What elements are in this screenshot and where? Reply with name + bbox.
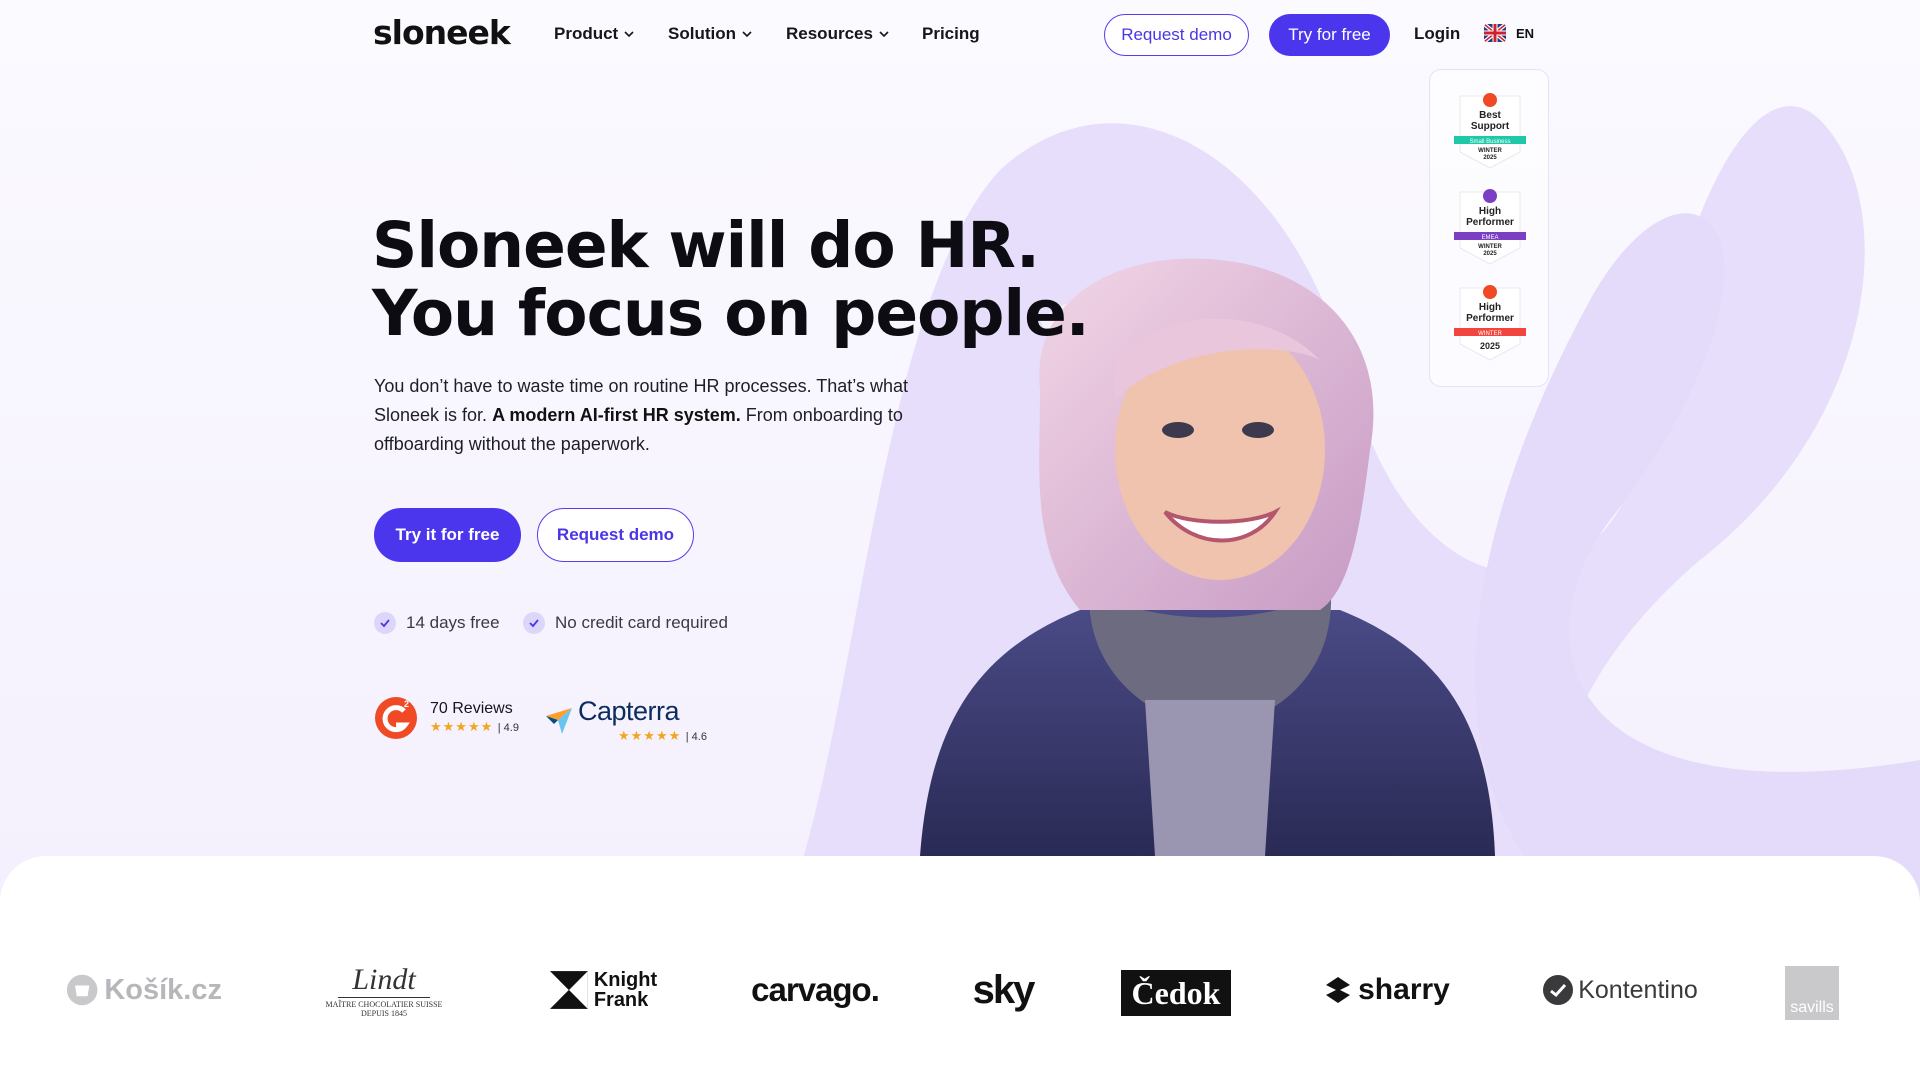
capterra-logo-icon (546, 707, 572, 734)
customer-logo-kosik: Košík.cz (66, 960, 222, 1020)
badge-line: Performer (1466, 313, 1514, 324)
hero-heading-line1: Sloneek will do HR. (372, 209, 1040, 282)
customer-name: Čedok (1131, 974, 1221, 1011)
uk-flag-icon (1484, 24, 1506, 42)
try-it-free-button[interactable]: Try it for free (374, 508, 521, 562)
customer-name: Lindt (338, 963, 430, 998)
customer-logo-carvago: carvago. (740, 960, 890, 1020)
language-selector[interactable]: EN (1484, 24, 1534, 42)
top-navigation: sloneek Product Solution Resources Prici… (0, 0, 1920, 70)
lead-bold-text: A modern AI-first HR system. (492, 405, 741, 425)
language-code: EN (1516, 25, 1535, 41)
kontentino-icon (1543, 975, 1574, 1005)
capterra-brand: Capterra (578, 696, 680, 726)
chevron-down-icon (879, 31, 889, 38)
customer-name: Kontentino (1578, 975, 1698, 1004)
nav-item-solution[interactable]: Solution (668, 24, 752, 44)
benefit-label: No credit card required (555, 613, 728, 632)
benefit-free-trial: 14 days free (374, 612, 500, 634)
hero-heading-line2: You focus on people. (372, 277, 1090, 350)
capterra-reviews[interactable]: Capterra ★★★★★ | 4.6 (544, 696, 707, 745)
chevron-down-icon (624, 31, 634, 38)
nav-item-resources[interactable]: Resources (786, 24, 889, 44)
chevron-down-icon (742, 31, 752, 38)
g2-badge-best-support: Best Support Small Business WINTER 2025 (1454, 92, 1526, 170)
nav-item-label: Product (554, 24, 619, 43)
customer-name: Košík.cz (104, 973, 222, 1006)
g2-badge-high-performer-emea: High Performer EMEA WINTER 2025 (1454, 188, 1526, 266)
badge-line: Best (1479, 110, 1501, 121)
badge-ribbon-label: Small Business (1469, 139, 1511, 145)
badge-line: Support (1470, 121, 1510, 132)
capterra-stars: ★★★★★ (618, 728, 682, 743)
customer-logo-lindt: Lindt MAÎTRE CHOCOLATIER SUISSE DEPUIS 1… (308, 960, 460, 1020)
benefit-label: 14 days free (406, 613, 500, 632)
customer-name: savills (1790, 999, 1834, 1016)
lindt-tagline: MAÎTRE CHOCOLATIER SUISSE (325, 999, 443, 1009)
nav-item-label: Resources (786, 24, 873, 43)
logo-text: sloneek (373, 12, 511, 52)
badge-year: 2025 (1483, 155, 1497, 161)
badge-ribbon-label: EMEA (1481, 235, 1499, 241)
nav-item-product[interactable]: Product (554, 24, 634, 44)
customer-name: sharry (1358, 973, 1450, 1006)
badge-season: WINTER (1478, 148, 1502, 154)
g2-badge-high-performer: High Performer WINTER 2025 (1454, 284, 1526, 362)
benefit-no-card: No credit card required (523, 612, 728, 634)
g2-reviews[interactable]: 2 70 Reviews ★★★★★ | 4.9 (374, 696, 519, 740)
capterra-rating: 4.6 (691, 731, 707, 743)
try-free-nav-button[interactable]: Try for free (1269, 14, 1390, 56)
badge-line: Performer (1466, 217, 1514, 228)
sharry-icon (1326, 977, 1351, 1003)
customer-name: Knight Frank (593, 969, 658, 1011)
check-icon (523, 612, 545, 634)
g2-badges-panel: Best Support Small Business WINTER 2025 Hi… (1429, 69, 1549, 387)
customer-logo-sharry: sharry (1318, 960, 1454, 1020)
badge-year: 2025 (1483, 251, 1497, 257)
hero-heading: Sloneek will do HR. You focus on people. (372, 209, 1090, 350)
g2-stars: ★★★★★ (430, 719, 494, 734)
customer-name: sky (972, 967, 1036, 1012)
g2-review-count: 70 Reviews (430, 700, 513, 717)
nav-item-pricing[interactable]: Pricing (922, 24, 980, 44)
customer-logo-kontentino: Kontentino (1538, 960, 1702, 1020)
badge-line: High (1478, 206, 1502, 217)
badge-ribbon-label: WINTER (1478, 331, 1502, 337)
svg-text:2: 2 (404, 699, 409, 709)
customer-name: carvago. (751, 971, 880, 1008)
login-link[interactable]: Login (1414, 24, 1460, 44)
sloneek-logo[interactable]: sloneek (373, 12, 511, 52)
customer-logo-savills: savills (1785, 966, 1839, 1020)
lindt-since: DEPUIS 1845 (360, 1008, 407, 1018)
request-demo-button[interactable]: Request demo (537, 508, 694, 562)
badge-year: 2025 (1479, 341, 1501, 351)
badge-line: High (1478, 302, 1502, 313)
kosik-basket-icon (66, 974, 98, 1006)
nav-item-label: Pricing (922, 24, 980, 43)
customer-logo-knight-frank: Knight Frank (550, 960, 660, 1020)
hero-lead: You don’t have to waste time on routine … (374, 372, 964, 459)
check-icon (374, 612, 396, 634)
g2-rating: 4.9 (503, 722, 519, 734)
customer-logo-cedok: Čedok (1121, 970, 1231, 1016)
customer-logo-sky: sky (968, 960, 1038, 1020)
g2-logo-icon: 2 (375, 697, 417, 739)
knight-frank-icon (550, 971, 588, 1009)
request-demo-nav-button[interactable]: Request demo (1104, 14, 1249, 56)
nav-item-label: Solution (668, 24, 736, 43)
badge-season: WINTER (1478, 244, 1502, 250)
